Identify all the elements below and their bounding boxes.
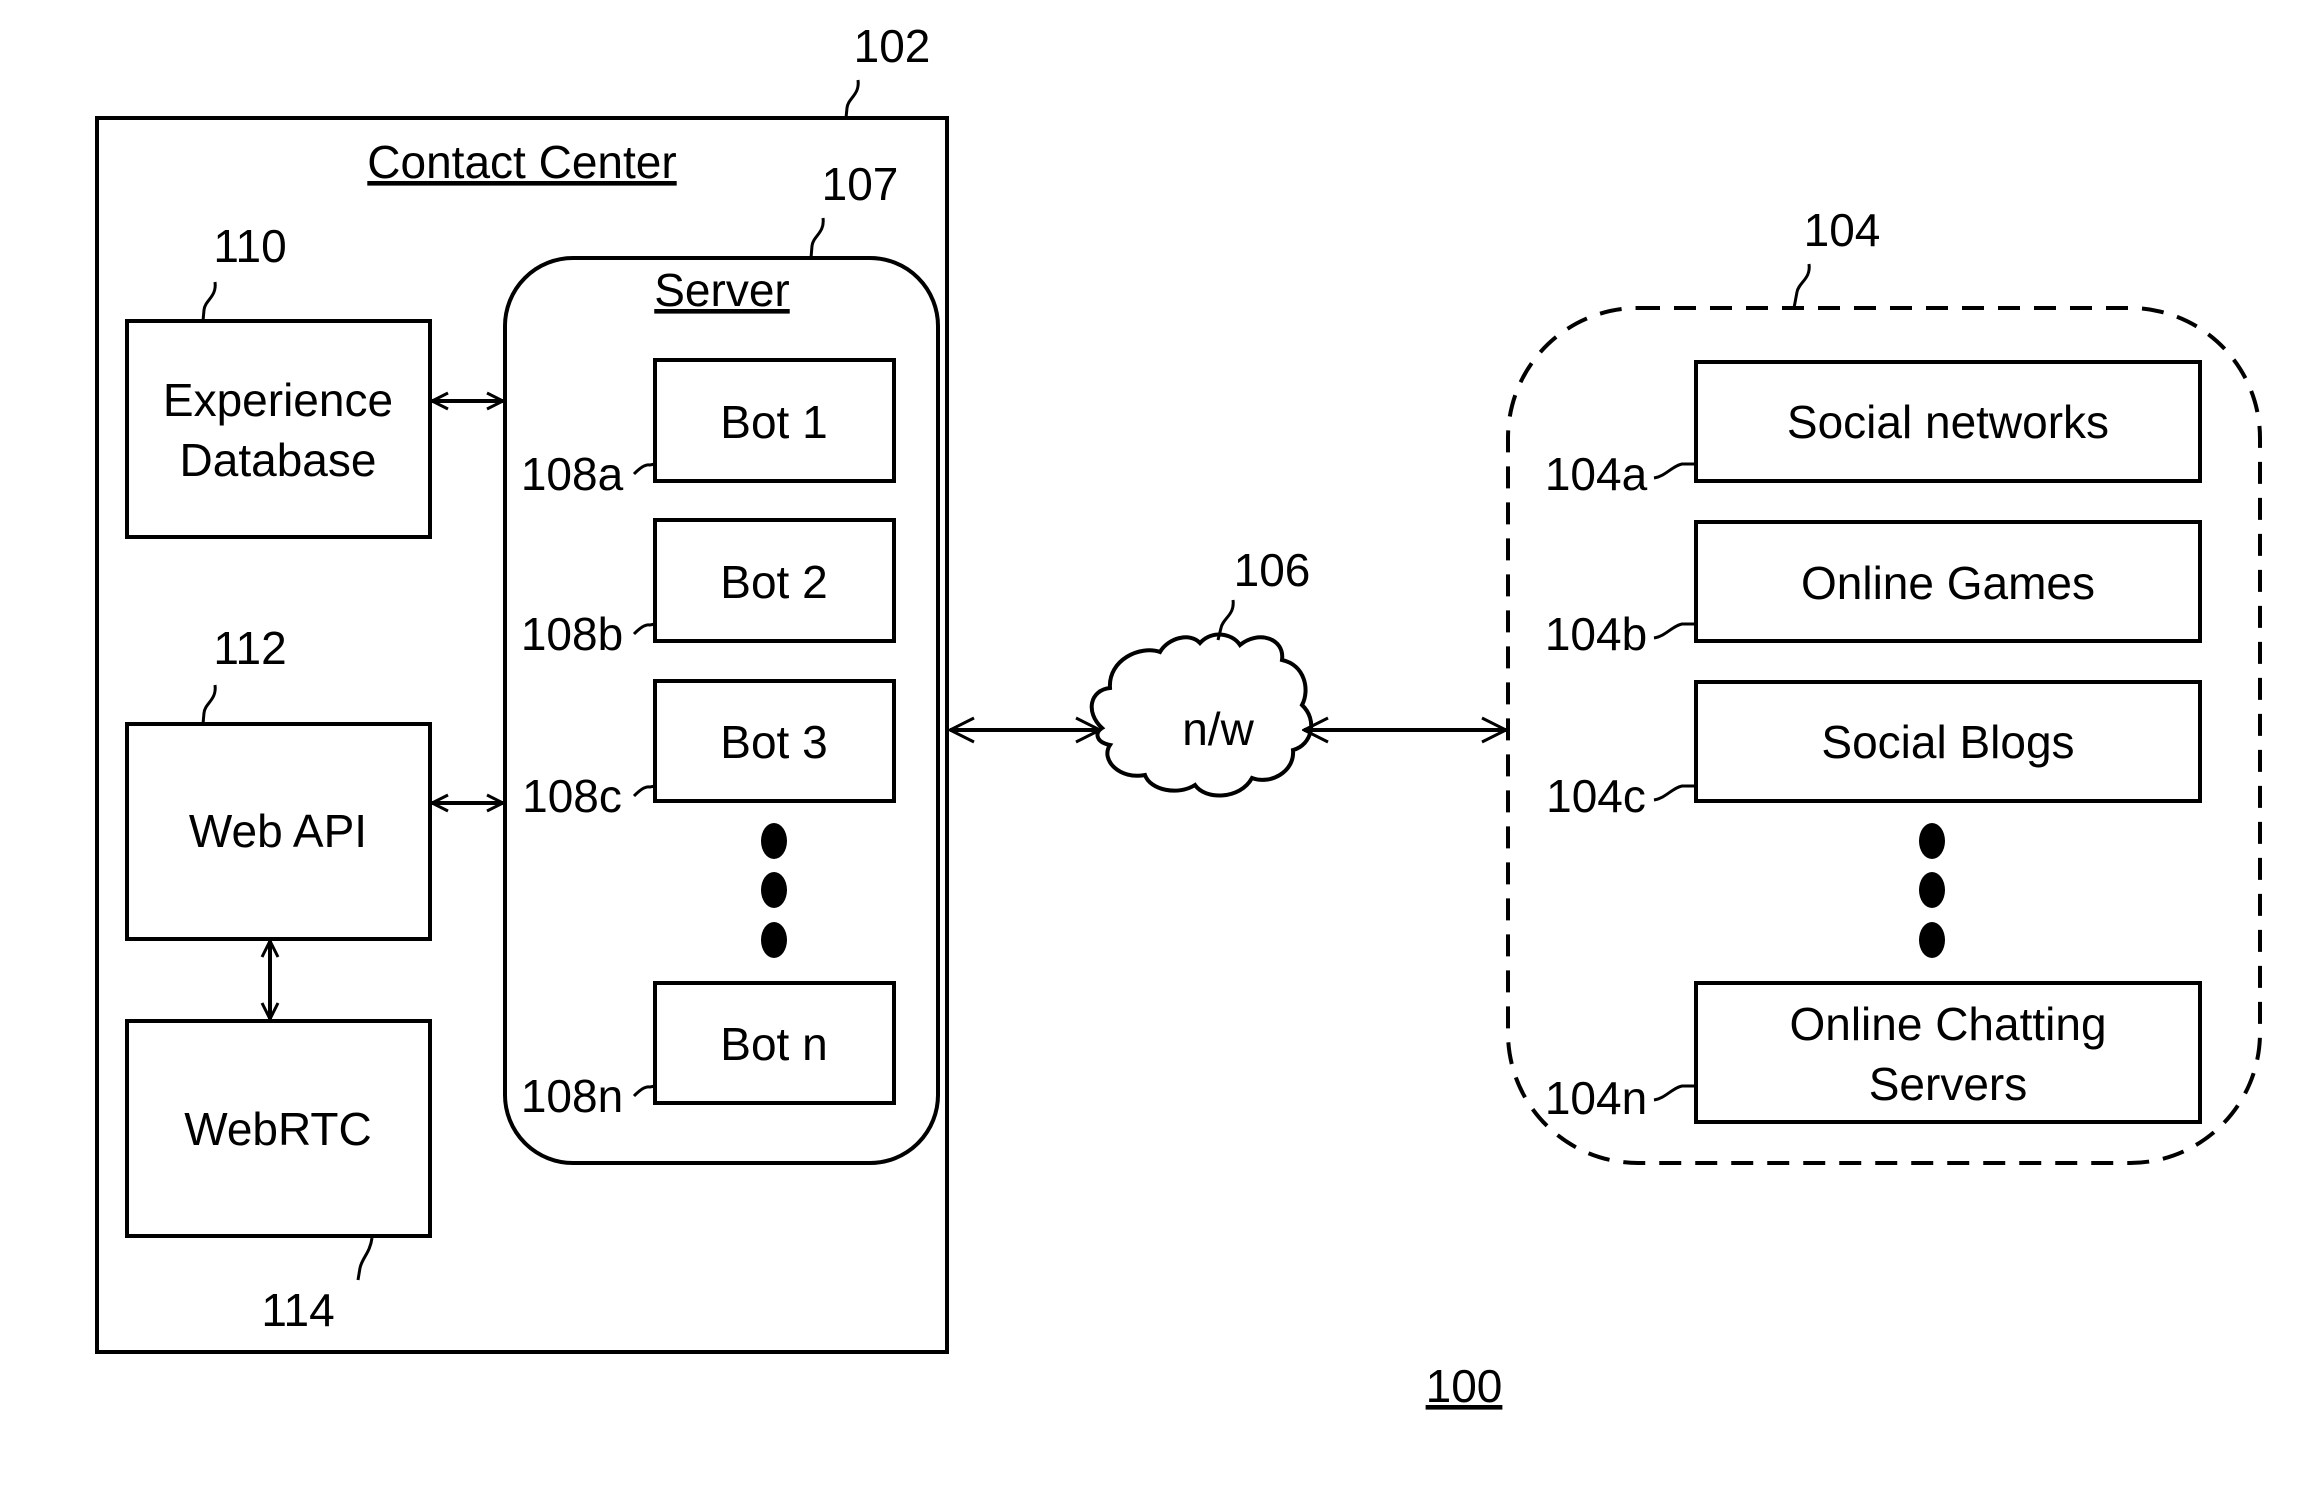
source-item-online-chatting-servers: Online Chatting Servers 104n [1545, 981, 2202, 1124]
source-leader [1653, 784, 1696, 802]
bot-label: Bot 2 [720, 556, 827, 608]
source-leader [1653, 1084, 1696, 1102]
bot-ref: 108a [521, 448, 624, 500]
network-label: n/w [1182, 703, 1254, 755]
ref-104: 104 [1804, 204, 1881, 256]
source-leader [1653, 622, 1696, 640]
leader-114 [356, 1237, 374, 1281]
experience-database-line-1: Experience [163, 374, 393, 426]
bot-2-block: Bot 2 108b [521, 518, 896, 660]
webrtc-block: WebRTC 114 [125, 1019, 432, 1336]
sources-ellipsis [1919, 823, 1945, 958]
source-leader [1653, 462, 1696, 480]
source-ref: 104b [1545, 608, 1647, 660]
leader-107 [809, 217, 825, 259]
bot-ref: 108b [521, 608, 623, 660]
ref-114: 114 [261, 1284, 334, 1336]
bot-n-block: Bot n 108n [521, 981, 896, 1122]
source-item-social-networks: Social networks 104a [1545, 360, 2202, 500]
system-diagram: Contact Center 102 Experience Database 1… [95, 20, 2262, 1412]
web-api-block: Web API 112 [125, 622, 432, 941]
leader-112 [201, 684, 217, 725]
experience-database-line-2: Database [180, 434, 377, 486]
contact-center-title: Contact Center [367, 136, 676, 188]
source-ref: 104a [1545, 448, 1648, 500]
bot-leader [632, 622, 656, 636]
server-title: Server [654, 264, 789, 316]
source-ref: 104n [1545, 1072, 1647, 1124]
bot-3-block: Bot 3 108c [522, 679, 896, 822]
source-label: Online Games [1801, 557, 2095, 609]
source-ref: 104c [1546, 770, 1646, 822]
bot-label: Bot 1 [720, 396, 827, 448]
source-label-line-2: Servers [1869, 1058, 2027, 1110]
bot-leader [632, 784, 656, 798]
ref-112: 112 [213, 622, 286, 674]
source-label: Social Blogs [1821, 716, 2074, 768]
bot-leader [632, 462, 656, 476]
ellipsis-dot [1919, 872, 1945, 908]
source-label-line-1: Online Chatting [1789, 998, 2106, 1050]
bot-label: Bot 3 [720, 716, 827, 768]
web-api-label: Web API [189, 805, 367, 857]
ref-102: 102 [854, 20, 931, 72]
ellipsis-dot [761, 823, 787, 859]
leader-102 [844, 79, 860, 119]
server-block: Server 107 Bot 1 108a Bot 2 108b Bot 3 1… [503, 158, 940, 1165]
ref-106: 106 [1234, 544, 1311, 596]
source-label: Social networks [1787, 396, 2109, 448]
bot-label: Bot n [720, 1018, 827, 1070]
source-item-social-blogs: Social Blogs 104c [1546, 680, 2202, 822]
ellipsis-dot [761, 872, 787, 908]
bot-1-block: Bot 1 108a [521, 358, 896, 500]
ref-107: 107 [822, 158, 899, 210]
bots-ellipsis [761, 823, 787, 958]
bot-ref: 108n [521, 1070, 623, 1122]
sources-block: 104 Social networks 104a Online Games 10… [1506, 204, 2262, 1165]
source-item-online-games: Online Games 104b [1545, 520, 2202, 660]
ref-110: 110 [213, 220, 286, 272]
leader-110 [201, 281, 217, 322]
experience-database-block: Experience Database 110 [125, 220, 432, 539]
network-block: n/w 106 [1089, 544, 1314, 798]
leader-104 [1792, 263, 1811, 309]
experience-database-box [125, 319, 432, 539]
ellipsis-dot [1919, 922, 1945, 958]
bot-ref: 108c [522, 770, 622, 822]
ellipsis-dot [1919, 823, 1945, 859]
figure-ref-100: 100 [1426, 1360, 1503, 1412]
ellipsis-dot [761, 922, 787, 958]
webrtc-label: WebRTC [184, 1103, 371, 1155]
bot-leader [632, 1084, 656, 1098]
